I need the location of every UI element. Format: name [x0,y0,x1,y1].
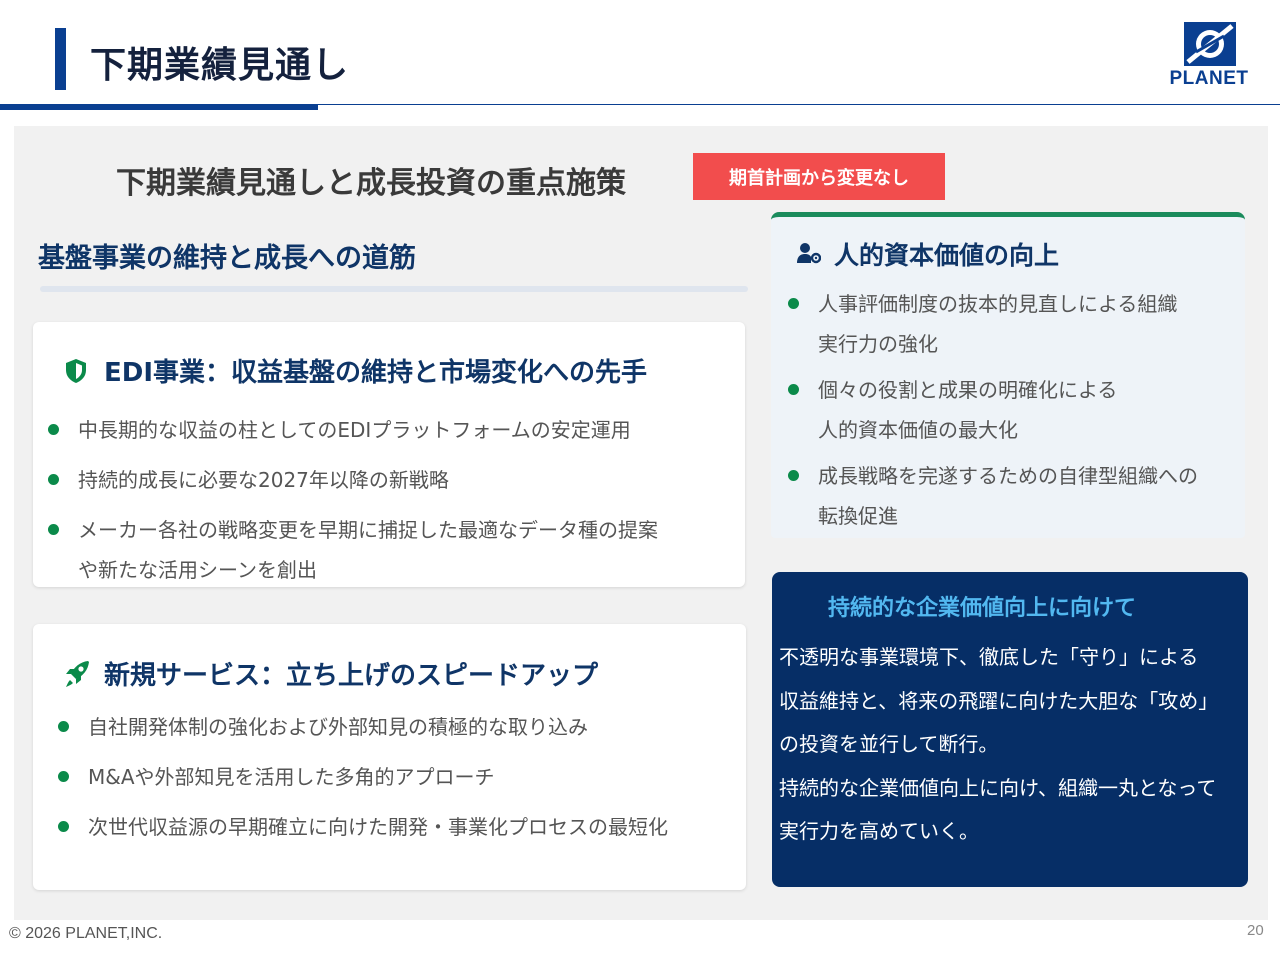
page-number: 20 [1247,922,1264,939]
human-capital-title: 人的資本価値の向上 [834,241,1060,270]
bullet-dot [48,524,59,535]
title-accent-bar [55,28,66,90]
list-item: 自社開発体制の強化および外部知見の積極的な取り込み [58,707,738,747]
section-heading: 基盤事業の維持と成長への道筋 [38,243,416,274]
list-item: 中長期的な収益の柱としてのEDIプラットフォームの安定運用 [48,410,738,450]
list-item: M&Aや外部知見を活用した多角的アプローチ [58,757,738,797]
corporate-value-body: 不透明な事業環境下、徹底した「守り」による 収益維持と、将来の飛躍に向けた大胆な… [779,645,1219,843]
main-heading: 下期業績見通しと成長投資の重点施策 [116,166,626,201]
bullet-dot [58,821,69,832]
bullet-dot [58,771,69,782]
bullet-dot [58,721,69,732]
edi-bullet-list: 中長期的な収益の柱としてのEDIプラットフォームの安定運用 持続的成長に必要な2… [48,410,738,590]
shield-icon [66,359,86,383]
list-item: 持続的成長に必要な2027年以降の新戦略 [48,460,738,500]
list-item: メーカー各社の戦略変更を早期に捕捉した最適なデータ種の提案 や新たな活用シーンを… [48,510,738,590]
list-item: 人事評価制度の抜本的見直しによる組織 実行力の強化 [788,284,1238,364]
corporate-value-title: 持続的な企業価値向上に向けて [828,596,1137,621]
bullet-dot [48,474,59,485]
bullet-dot [788,298,799,309]
status-badge: 期首計画から変更なし [693,153,945,200]
bullet-dot [788,384,799,395]
page-title: 下期業績見通し [90,45,350,86]
logo-wordmark: PLANET [1169,68,1249,89]
new-service-card-title: 新規サービス：立ち上げのスピードアップ [104,661,599,691]
rocket-icon [66,661,89,687]
list-item: 成長戦略を完遂するための自律型組織への 転換促進 [788,456,1238,536]
new-service-bullet-list: 自社開発体制の強化および外部知見の積極的な取り込み M&Aや外部知見を活用した多… [58,707,738,847]
user-gear-icon [797,243,821,264]
section-divider [40,286,748,292]
bullet-dot [788,470,799,481]
bullet-dot [48,424,59,435]
copyright-text: © 2026 PLANET,INC. [9,925,163,942]
list-item: 次世代収益源の早期確立に向けた開発・事業化プロセスの最短化 [58,807,738,847]
human-capital-bullet-list: 人事評価制度の抜本的見直しによる組織 実行力の強化 個々の役割と成果の明確化によ… [788,284,1238,536]
list-item: 個々の役割と成果の明確化による 人的資本価値の最大化 [788,370,1238,450]
header-divider-accent [0,105,318,110]
edi-card-title: EDI事業：収益基盤の維持と市場変化への先手 [104,358,648,388]
